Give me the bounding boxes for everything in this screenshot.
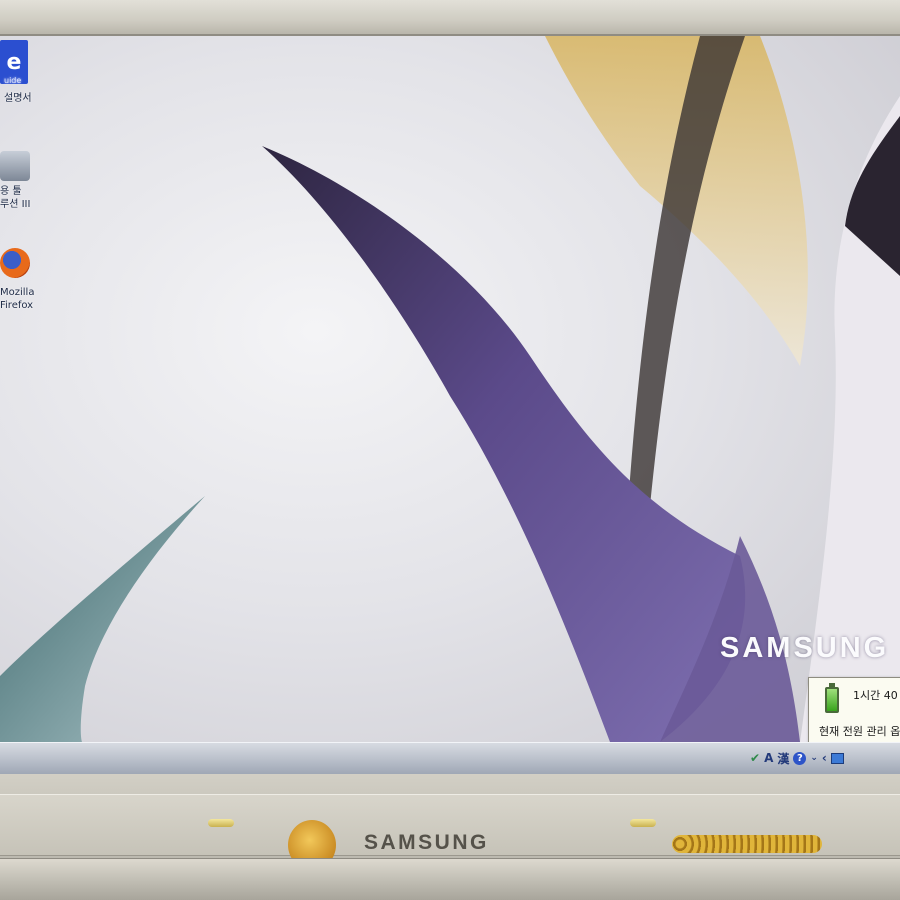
desktop-screen: e uide 설명서 용 툴 루션 III Mozilla Firefox SA… bbox=[0, 36, 900, 774]
battery-time-remaining: 1시간 40 bbox=[853, 689, 898, 702]
power-status-popup[interactable]: 1시간 40 현재 전원 관리 옵 bbox=[808, 677, 900, 743]
system-tray: ✔ A 漢 ? ⌄ ‹ bbox=[750, 746, 844, 770]
ime-language-indicator[interactable]: A bbox=[764, 751, 773, 765]
ime-hanja-button[interactable]: 漢 bbox=[777, 750, 789, 767]
desktop-icon-firefox[interactable]: Mozilla Firefox bbox=[0, 248, 60, 312]
power-scheme-text: 현재 전원 관리 옵 bbox=[819, 725, 900, 738]
monitor-hinge bbox=[0, 858, 900, 900]
monitor-bottom-bezel: SAMSUNG bbox=[0, 774, 900, 900]
firefox-icon bbox=[0, 248, 30, 278]
desktop-icon-label: Mozilla Firefox bbox=[0, 287, 35, 311]
help-icon[interactable]: ? bbox=[793, 751, 807, 765]
wallpaper-brand-logo: SAMSUNG bbox=[720, 632, 890, 664]
desktop-icon-label: 용 툴 루션 III bbox=[0, 186, 31, 210]
status-led-left bbox=[208, 819, 234, 827]
ime-options-arrow-icon[interactable]: ⌄ bbox=[810, 753, 818, 763]
desktop-icon-manual[interactable]: e uide 설명서 bbox=[0, 40, 60, 105]
status-led-right bbox=[630, 819, 656, 827]
bezel-brand-logo: SAMSUNG bbox=[364, 831, 489, 854]
network-icon[interactable] bbox=[830, 752, 844, 764]
toolbox-icon bbox=[0, 151, 30, 181]
taskbar: ✔ A 漢 ? ⌄ ‹ bbox=[0, 742, 900, 774]
monitor-top-bezel bbox=[0, 0, 900, 36]
bezel-front-strip: SAMSUNG bbox=[0, 794, 900, 870]
guide-badge-text: uide bbox=[4, 76, 22, 85]
show-hidden-icons-button[interactable]: ‹ bbox=[822, 751, 827, 765]
checkmark-icon[interactable]: ✔ bbox=[750, 751, 760, 765]
desktop-icon-toolbox[interactable]: 용 툴 루션 III bbox=[0, 151, 60, 211]
desktop-icon-label: 설명서 bbox=[4, 93, 32, 104]
decorative-gold-ornament bbox=[672, 835, 822, 853]
battery-icon bbox=[825, 683, 839, 713]
